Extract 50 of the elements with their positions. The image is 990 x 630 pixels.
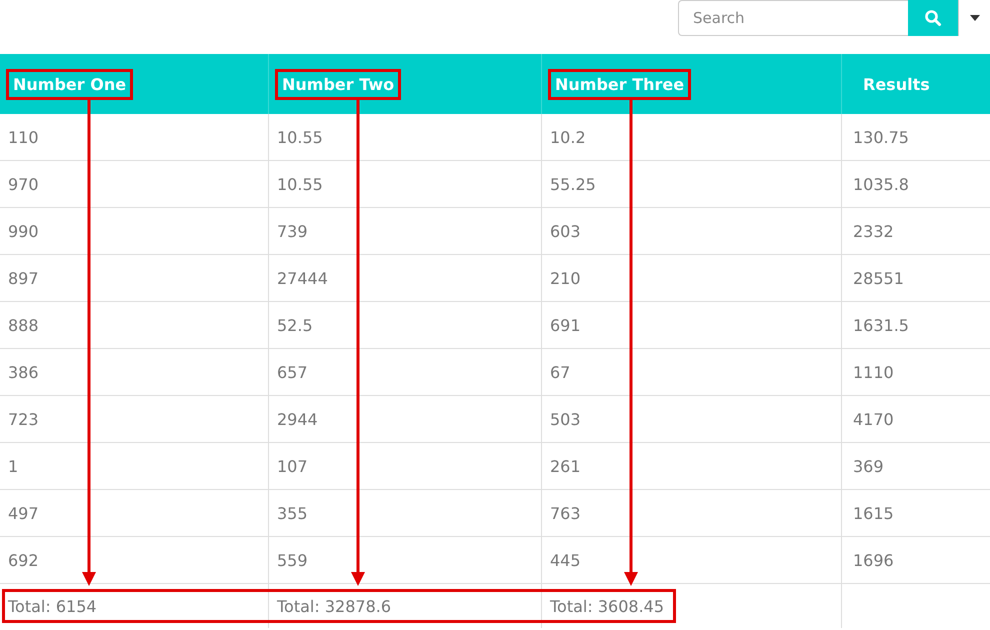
table-cell: 1110 [853, 362, 894, 382]
table-cell: 52.5 [277, 316, 313, 334]
table-cell: 1696 [853, 550, 894, 570]
table-cell: 445 [550, 550, 581, 570]
search-icon [924, 9, 942, 27]
table-cell: 503 [550, 410, 581, 428]
table-cell: 369 [853, 456, 884, 476]
table-cell: 107 [277, 456, 308, 476]
table-cell: 970 [8, 174, 39, 194]
column-header: Number Two [275, 68, 402, 100]
table-cell: 603 [550, 222, 581, 240]
table-cell: 210 [550, 268, 581, 288]
table-cell: 559 [277, 550, 308, 570]
table-cell: 1 [8, 456, 18, 476]
table-cell: 10.2 [550, 128, 586, 146]
table-cell: 55.25 [550, 174, 596, 194]
table-cell: 10.55 [277, 128, 323, 146]
table-cell: 27444 [277, 268, 328, 288]
total-cell: Total: 32878.6 [277, 596, 392, 616]
table-cell: 1631.5 [853, 316, 909, 334]
table-cell: 691 [550, 316, 581, 334]
table-cell: 1035.8 [853, 174, 909, 194]
table-cell: 1615 [853, 504, 894, 522]
search-field[interactable]: Search [678, 0, 908, 36]
column-header: Number One [6, 68, 134, 100]
table-cell: 10.55 [277, 174, 323, 194]
table-cell: 723 [8, 410, 39, 428]
column-header: Number Three [548, 68, 692, 100]
table-cell: 897 [8, 268, 39, 288]
table-cell: 497 [8, 504, 39, 522]
table-cell: 888 [8, 316, 39, 334]
table-cell: 4170 [853, 410, 894, 428]
table-cell: 28551 [853, 268, 904, 288]
table-cell: 261 [550, 456, 581, 476]
table-cell: 2944 [277, 410, 318, 428]
table-cell: 692 [8, 550, 39, 570]
table-cell: 657 [277, 362, 308, 382]
table-cell: 130.75 [853, 128, 909, 146]
table-cell: 67 [550, 362, 570, 382]
total-cell: Total: 6154 [8, 596, 97, 616]
caret-icon [970, 15, 980, 21]
column-header: Results [862, 74, 931, 96]
table-cell: 386 [8, 362, 39, 382]
table-cell: 990 [8, 222, 39, 240]
total-cell: Total: 3608.45 [550, 596, 664, 616]
table-cell: 763 [550, 504, 581, 522]
table-cell: 739 [277, 222, 308, 240]
table-cell: 355 [277, 504, 308, 522]
table-cell: 110 [8, 128, 39, 146]
table-cell: 2332 [853, 222, 894, 240]
